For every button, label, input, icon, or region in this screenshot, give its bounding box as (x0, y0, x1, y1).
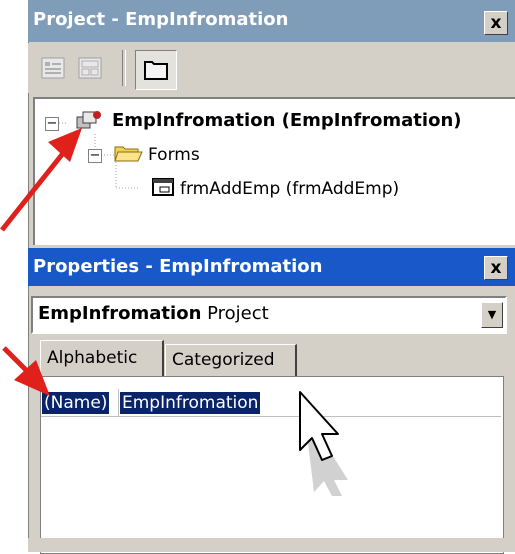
view-code-icon[interactable] (40, 55, 66, 81)
tree-node-forms[interactable]: Forms (148, 145, 200, 165)
property-row[interactable] (41, 389, 501, 417)
tab-categorized[interactable]: Categorized (165, 344, 297, 376)
folder-open-icon (114, 146, 143, 162)
toolbar-separator (122, 50, 126, 86)
property-value[interactable]: EmpInfromation (120, 392, 261, 414)
properties-close-button[interactable]: x (484, 256, 508, 280)
object-name: EmpInfromation (38, 303, 202, 324)
tree-node-project[interactable]: EmpInfromation (EmpInfromation) (112, 110, 461, 131)
project-close-button[interactable]: x (484, 11, 508, 35)
folder-icon (144, 61, 168, 80)
grid-divider (118, 389, 119, 417)
object-selector-value: EmpInfromation Project (38, 303, 269, 324)
status-strip (28, 538, 515, 552)
object-type: Project (207, 303, 269, 324)
vba-project-icon (76, 111, 101, 129)
property-name[interactable]: (Name) (42, 392, 110, 414)
tree-node-form[interactable]: frmAddEmp (frmAddEmp) (180, 179, 399, 199)
tab-alphabetic[interactable]: Alphabetic (40, 340, 164, 376)
view-object-icon[interactable] (77, 55, 103, 81)
userform-icon (152, 178, 174, 196)
collapse-project-icon[interactable]: − (45, 117, 59, 131)
project-title: Project - EmpInfromation (33, 9, 289, 30)
toggle-folders-button[interactable] (135, 50, 177, 90)
properties-title: Properties - EmpInfromation (33, 256, 323, 277)
dropdown-arrow-icon[interactable]: ▼ (481, 302, 503, 328)
collapse-forms-icon[interactable]: − (88, 149, 102, 163)
mouse-cursor-icon (299, 391, 348, 496)
